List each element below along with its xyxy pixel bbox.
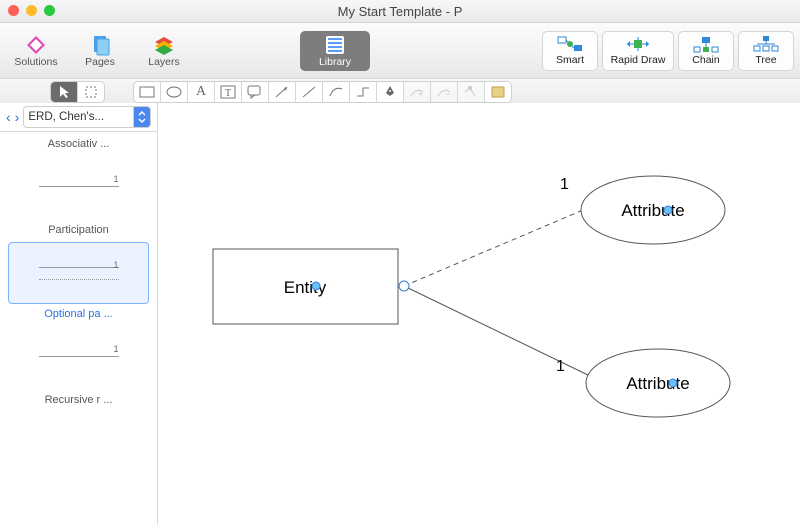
palette-item-extra[interactable]: 1 bbox=[8, 326, 149, 388]
palette-item-optional[interactable]: 1 bbox=[8, 242, 149, 304]
pages-label: Pages bbox=[85, 56, 115, 68]
text-block-tool[interactable]: T bbox=[215, 82, 241, 102]
line-tool[interactable] bbox=[296, 82, 322, 102]
arrow-tool[interactable] bbox=[269, 82, 295, 102]
curve-tool[interactable] bbox=[323, 82, 349, 102]
diagram-canvas[interactable]: 1 1 Entity Attribute Attribute bbox=[158, 103, 800, 525]
library-button[interactable]: Library bbox=[300, 31, 370, 71]
ellipse-shape[interactable] bbox=[161, 82, 187, 102]
chevron-updown-icon bbox=[133, 107, 150, 127]
window-controls bbox=[8, 5, 55, 16]
library-panel: ‹ › ERD, Chen's... Associativ ... 1 Part… bbox=[0, 103, 158, 525]
layers-button[interactable]: Layers bbox=[134, 27, 194, 74]
main-toolbar: Solutions Pages Layers Library bbox=[0, 23, 800, 79]
attribute-top-label: Attribute bbox=[621, 201, 684, 220]
convert-anchor-tool[interactable] bbox=[458, 82, 484, 102]
library-label: Library bbox=[319, 56, 351, 68]
rectangle-shape[interactable] bbox=[134, 82, 160, 102]
style-tool[interactable] bbox=[485, 82, 511, 102]
library-select-label: ERD, Chen's... bbox=[28, 111, 104, 123]
svg-text:T: T bbox=[225, 88, 231, 99]
chain-label: Chain bbox=[692, 54, 719, 66]
smart-icon bbox=[556, 35, 584, 53]
text-tool[interactable]: A bbox=[188, 82, 214, 102]
pages-icon bbox=[89, 34, 111, 56]
attribute-bottom-label: Attribute bbox=[626, 374, 689, 393]
palette-item-associative[interactable]: 1 bbox=[8, 156, 149, 218]
pointer-tool[interactable] bbox=[51, 82, 77, 102]
marquee-tool[interactable] bbox=[78, 82, 104, 102]
zoom-window-icon[interactable] bbox=[44, 5, 55, 16]
svg-text:−: − bbox=[445, 89, 450, 99]
palette-label-recursive: Recursive r ... bbox=[8, 394, 149, 406]
multiplicity-bottom: 1 bbox=[556, 358, 565, 375]
palette-label-associative: Associativ ... bbox=[8, 138, 149, 150]
palette-label-participation: Participation bbox=[8, 224, 149, 236]
nav-forward-icon[interactable]: › bbox=[15, 109, 20, 125]
smart-label: Smart bbox=[556, 54, 584, 66]
connection-point-icon bbox=[312, 282, 320, 290]
tree-label: Tree bbox=[755, 54, 776, 66]
chain-button[interactable]: Chain bbox=[678, 31, 734, 71]
entity-label: Entity bbox=[284, 278, 327, 297]
diagram-svg: 1 1 Entity Attribute Attribute bbox=[158, 103, 800, 525]
callout-tool[interactable] bbox=[242, 82, 268, 102]
library-nav: ‹ › ERD, Chen's... bbox=[0, 103, 157, 132]
solutions-button[interactable]: Solutions bbox=[6, 27, 66, 74]
svg-text:+: + bbox=[418, 89, 423, 99]
smart-button[interactable]: Smart bbox=[542, 31, 598, 71]
library-select[interactable]: ERD, Chen's... bbox=[23, 106, 151, 128]
window-title: My Start Template - P bbox=[338, 4, 463, 19]
solutions-label: Solutions bbox=[14, 56, 57, 68]
rapid-draw-label: Rapid Draw bbox=[611, 54, 666, 66]
shape-toolbar: A T + − bbox=[0, 79, 800, 105]
chain-icon bbox=[692, 35, 720, 53]
rapid-draw-button[interactable]: Rapid Draw bbox=[602, 31, 674, 71]
connection-point-icon bbox=[669, 379, 677, 387]
palette-caption-optional: Optional pa ... bbox=[8, 308, 149, 320]
rapid-draw-icon bbox=[623, 35, 653, 53]
nav-back-icon[interactable]: ‹ bbox=[6, 109, 11, 125]
tree-icon bbox=[752, 35, 780, 53]
layers-icon bbox=[153, 34, 175, 56]
layers-label: Layers bbox=[148, 56, 180, 68]
title-bar: My Start Template - P bbox=[0, 0, 800, 23]
solutions-icon bbox=[25, 34, 47, 56]
connection-point-icon bbox=[664, 206, 672, 214]
close-window-icon[interactable] bbox=[8, 5, 19, 16]
elbow-tool[interactable] bbox=[350, 82, 376, 102]
multiplicity-top: 1 bbox=[560, 176, 569, 193]
pages-button[interactable]: Pages bbox=[70, 27, 130, 74]
selection-handle-icon[interactable] bbox=[399, 281, 409, 291]
add-anchor-tool[interactable]: + bbox=[404, 82, 430, 102]
tree-button[interactable]: Tree bbox=[738, 31, 794, 71]
pen-tool[interactable] bbox=[377, 82, 403, 102]
connector-dashed[interactable] bbox=[404, 210, 583, 286]
remove-anchor-tool[interactable]: − bbox=[431, 82, 457, 102]
minimize-window-icon[interactable] bbox=[26, 5, 37, 16]
library-icon bbox=[326, 34, 344, 56]
